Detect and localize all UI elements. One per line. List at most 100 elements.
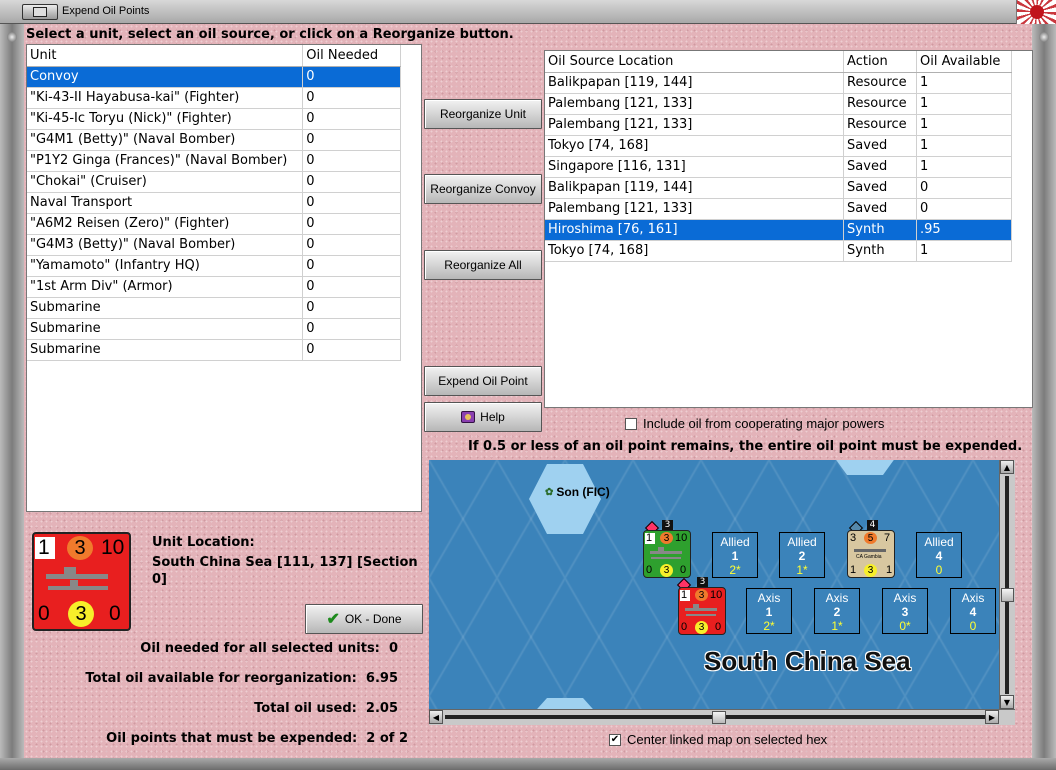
dialog-content: Select a unit, select an oil source, or … — [24, 24, 1033, 758]
reorganize-all-button[interactable]: Reorganize All — [424, 250, 542, 280]
unit-row[interactable]: "Chokai" (Cruiser) 0 — [27, 171, 401, 193]
unit-row[interactable]: "1st Arm Div" (Armor) 0 — [27, 276, 401, 298]
include-oil-label: Include oil from cooperating major power… — [643, 416, 885, 431]
allied-naval-section-1[interactable]: Allied 1 2* — [712, 532, 758, 578]
oil-source-table: Oil Source Location Action Oil Available… — [545, 51, 1012, 262]
include-oil-option[interactable]: Include oil from cooperating major power… — [625, 416, 884, 431]
unit-row[interactable]: "G4M3 (Betty)" (Naval Bomber) 0 — [27, 234, 401, 256]
linked-map[interactable]: ✿ Son (FIC) 3 1 3 10 0 3 0 4 3 5 7 CA Ga… — [429, 460, 1015, 725]
center-map-checkbox[interactable]: ✔ — [609, 733, 621, 746]
unit-row[interactable]: Submarine 0 — [27, 318, 401, 340]
map-horizontal-scrollbar[interactable]: ◀ ▶ — [429, 709, 1015, 725]
scroll-right-icon[interactable]: ▶ — [985, 710, 999, 724]
system-menu-button[interactable] — [22, 4, 58, 20]
axis-naval-section-1[interactable]: Axis 1 2* — [746, 588, 792, 634]
counter-value: 5 — [867, 532, 874, 544]
ok-done-button[interactable]: ✔ OK - Done — [305, 604, 423, 634]
column-header-unit[interactable]: Unit — [27, 45, 304, 67]
axis-naval-section-4[interactable]: Axis 4 0 — [950, 588, 996, 634]
counter-value: 1 — [681, 589, 688, 601]
include-oil-checkbox[interactable] — [625, 417, 637, 430]
oil-source-table-panel[interactable]: Oil Source Location Action Oil Available… — [544, 50, 1033, 408]
unit-row[interactable]: Submarine 0 — [27, 339, 401, 361]
column-header-oil-source-location[interactable]: Oil Source Location — [545, 51, 845, 73]
button-label: Reorganize All — [444, 258, 522, 272]
scroll-up-icon[interactable]: ▲ — [1000, 460, 1014, 474]
scroll-thumb[interactable] — [1001, 588, 1014, 602]
oil-source-cell: Resource — [843, 114, 917, 136]
unit-cell: 0 — [302, 129, 401, 151]
map-unit-counter-red[interactable]: 1 3 10 0 3 0 — [678, 587, 726, 635]
column-header-action[interactable]: Action — [843, 51, 917, 73]
scroll-track — [1005, 476, 1009, 694]
oil-source-row[interactable]: Hiroshima [76, 161] Synth .95 — [545, 219, 1012, 241]
help-button[interactable]: Help — [424, 402, 542, 432]
reorganize-unit-button[interactable]: Reorganize Unit — [424, 99, 542, 129]
unit-row[interactable]: Submarine 0 — [27, 297, 401, 319]
unit-row[interactable]: Naval Transport 0 — [27, 192, 401, 214]
unit-row[interactable]: "Ki-43-II Hayabusa-kai" (Fighter) 0 — [27, 87, 401, 109]
oil-source-cell: Saved — [843, 156, 917, 178]
allied-naval-section-2[interactable]: Allied 2 1* — [779, 532, 825, 578]
oil-source-cell: 1 — [916, 135, 1012, 157]
expend-oil-point-button[interactable]: Expend Oil Point — [424, 366, 542, 396]
oil-source-row[interactable]: Balikpapan [119, 144] Resource 1 — [545, 72, 1012, 94]
oil-source-row[interactable]: Palembang [121, 133] Saved 0 — [545, 198, 1012, 220]
oil-source-row[interactable]: Singapore [116, 131] Saved 1 — [545, 156, 1012, 178]
oil-source-row[interactable]: Palembang [121, 133] Resource 1 — [545, 114, 1012, 136]
oil-source-row[interactable]: Tokyo [74, 168] Synth 1 — [545, 240, 1012, 262]
counter-value: 0 — [715, 621, 722, 633]
unit-row[interactable]: "A6M2 Reisen (Zero)" (Fighter) 0 — [27, 213, 401, 235]
button-label: Reorganize Unit — [439, 107, 527, 121]
oil-source-row[interactable]: Tokyo [74, 168] Saved 1 — [545, 135, 1012, 157]
counter-value: 0 — [38, 602, 50, 625]
center-map-option[interactable]: ✔ Center linked map on selected hex — [609, 732, 827, 747]
counter-circle: 3 — [68, 601, 94, 627]
map-unit-counter-tan[interactable]: 3 5 7 CA Gambia 1 3 1 — [847, 530, 895, 578]
unit-cell: "Ki-45-Ic Toryu (Nick)" (Fighter) — [27, 108, 304, 130]
oil-source-cell: Tokyo [74, 168] — [545, 240, 845, 262]
oil-source-row[interactable]: Balikpapan [119, 144] Saved 0 — [545, 177, 1012, 199]
button-label: Expend Oil Point — [438, 374, 528, 388]
oil-source-cell: Saved — [843, 135, 917, 157]
unit-row[interactable]: "G4M1 (Betty)" (Naval Bomber) 0 — [27, 129, 401, 151]
allied-naval-section-4[interactable]: Allied 4 0 — [916, 532, 962, 578]
counter-value: 10 — [710, 589, 723, 601]
oil-source-cell: Saved — [843, 177, 917, 199]
oil-source-cell: Resource — [843, 72, 917, 94]
axis-naval-section-3[interactable]: Axis 3 0* — [882, 588, 928, 634]
oil-source-row[interactable]: Palembang [121, 133] Resource 1 — [545, 93, 1012, 115]
scroll-left-icon[interactable]: ◀ — [429, 710, 443, 724]
unit-row[interactable]: Convoy 0 — [27, 66, 401, 88]
unit-cell: 0 — [302, 255, 401, 277]
map-vertical-scrollbar[interactable]: ▲ ▼ — [999, 460, 1015, 725]
unit-row[interactable]: "Ki-45-Ic Toryu (Nick)" (Fighter) 0 — [27, 108, 401, 130]
counter-value: 0 — [680, 564, 687, 576]
oil-source-cell: 1 — [916, 114, 1012, 136]
unit-cell: "P1Y2 Ginga (Frances)" (Naval Bomber) — [27, 150, 304, 172]
scroll-thumb[interactable] — [712, 711, 726, 724]
japan-flag-icon — [1016, 0, 1056, 24]
counter-value: 3 — [698, 589, 705, 601]
reorganize-convoy-button[interactable]: Reorganize Convoy — [424, 174, 542, 204]
oil-source-cell: Resource — [843, 93, 917, 115]
unit-cell: 0 — [302, 276, 401, 298]
unit-row[interactable]: "Yamamoto" (Infantry HQ) 0 — [27, 255, 401, 277]
unit-cell: 0 — [302, 150, 401, 172]
stat-oil-needed: Oil needed for all selected units: 0 — [140, 641, 398, 656]
unit-row[interactable]: "P1Y2 Ginga (Frances)" (Naval Bomber) 0 — [27, 150, 401, 172]
oil-source-cell: .95 — [916, 219, 1012, 241]
counter-value: 1 — [886, 564, 893, 576]
counter-value: 3 — [698, 622, 705, 633]
scroll-down-icon[interactable]: ▼ — [1000, 695, 1014, 709]
column-header-oil-needed[interactable]: Oil Needed — [302, 45, 401, 67]
unit-cell: Submarine — [27, 318, 304, 340]
column-header-oil-available[interactable]: Oil Available — [916, 51, 1012, 73]
oil-source-cell: Saved — [843, 198, 917, 220]
counter-value: 1 — [646, 532, 653, 544]
map-unit-counter-green[interactable]: 1 3 10 0 3 0 — [643, 530, 691, 578]
oil-rule-note: If 0.5 or less of an oil point remains, … — [468, 439, 1023, 454]
units-table-panel[interactable]: Unit Oil Needed Convoy 0 "Ki-43-II Hayabus… — [26, 44, 422, 512]
axis-naval-section-2[interactable]: Axis 2 1* — [814, 588, 860, 634]
stat-total-oil-used: Total oil used: 2.05 — [254, 701, 398, 716]
